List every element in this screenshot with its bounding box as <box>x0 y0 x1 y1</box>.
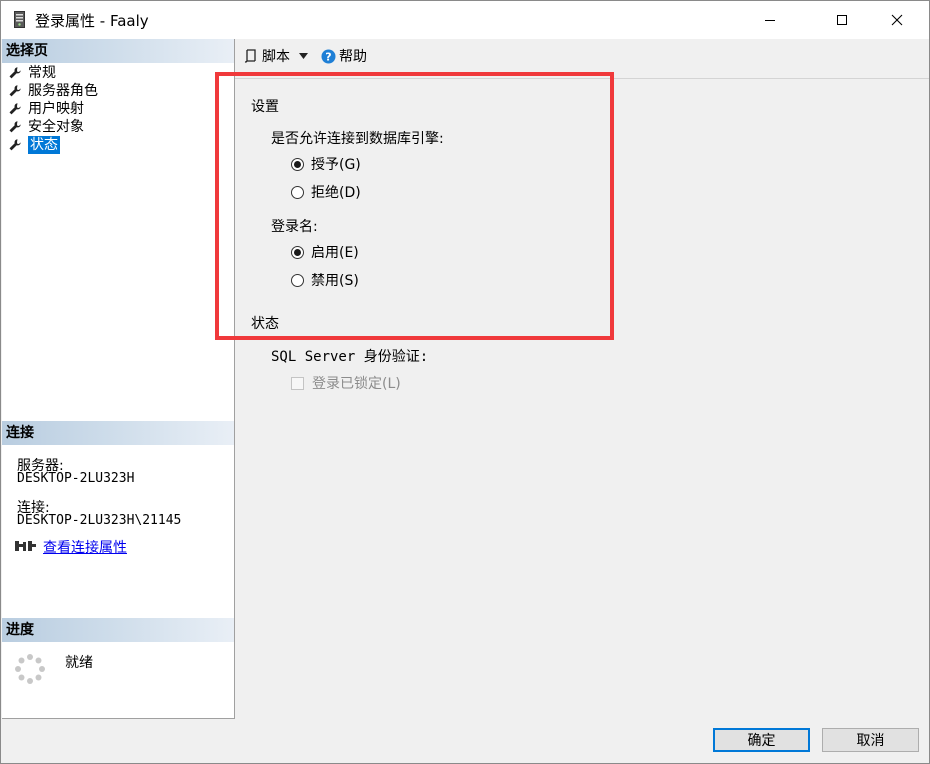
login-locked-checkbox[interactable]: 登录已锁定(L) <box>291 374 401 392</box>
chevron-down-icon[interactable] <box>299 53 308 59</box>
page-item-user-mapping[interactable]: 用户映射 <box>8 100 84 118</box>
maximize-icon <box>837 15 847 25</box>
wrench-icon <box>9 67 21 79</box>
page-item-label: 服务器角色 <box>28 83 98 99</box>
page-item-label: 安全对象 <box>28 119 84 135</box>
script-button[interactable]: 脚本 <box>244 46 308 66</box>
wrench-icon <box>9 85 21 97</box>
select-page-header: 选择页 <box>2 39 234 63</box>
minimize-icon <box>765 20 775 21</box>
connection-properties-icon <box>15 541 36 551</box>
progress-spinner-icon <box>15 654 45 684</box>
progress-status: 就绪 <box>65 655 93 671</box>
page-item-label: 用户映射 <box>28 101 84 117</box>
maximize-button[interactable] <box>819 1 865 39</box>
connection-header: 连接 <box>2 421 234 445</box>
login-properties-dialog: 登录属性 - Faaly 选择页 常规 服务器角色 用户映射 安全对象 状态 连… <box>0 0 930 764</box>
script-label: 脚本 <box>262 49 290 65</box>
help-button[interactable]: ? 帮助 <box>321 46 367 66</box>
page-item-label: 常规 <box>28 65 56 81</box>
left-pane: 选择页 常规 服务器角色 用户映射 安全对象 状态 连接 服务器: DESKTO… <box>2 39 235 719</box>
page-item-label: 状态 <box>28 136 60 154</box>
help-icon: ? <box>321 49 336 63</box>
server-value: DESKTOP-2LU323H <box>17 471 135 486</box>
window-title: 登录属性 - Faaly <box>35 12 149 30</box>
svg-text:?: ? <box>325 50 331 63</box>
ok-button[interactable]: 确定 <box>713 728 810 752</box>
view-connection-properties-link[interactable]: 查看连接属性 <box>43 537 127 557</box>
wrench-icon <box>9 103 21 115</box>
sql-auth-label: SQL Server 身份验证: <box>271 349 429 365</box>
checkbox-indicator[interactable] <box>291 376 304 390</box>
close-button[interactable] <box>874 1 920 39</box>
toolbar: 脚本 ? 帮助 <box>235 39 929 72</box>
page-item-securables[interactable]: 安全对象 <box>8 118 84 136</box>
title-bar: 登录属性 - Faaly <box>1 1 929 39</box>
script-icon <box>244 49 256 63</box>
wrench-icon <box>9 139 21 151</box>
close-icon <box>891 14 903 26</box>
help-label: 帮助 <box>339 49 367 65</box>
connection-value: DESKTOP-2LU323H\21145 <box>17 513 182 528</box>
page-item-general[interactable]: 常规 <box>8 64 56 82</box>
page-item-status[interactable]: 状态 <box>8 136 60 154</box>
highlight-annotation-box <box>215 72 614 340</box>
wrench-icon <box>9 121 21 133</box>
progress-header: 进度 <box>2 618 234 642</box>
cancel-button[interactable]: 取消 <box>822 728 919 752</box>
server-icon <box>14 11 25 28</box>
page-item-server-roles[interactable]: 服务器角色 <box>8 82 98 100</box>
minimize-button[interactable] <box>747 1 793 39</box>
login-locked-label: 登录已锁定(L) <box>312 376 401 392</box>
